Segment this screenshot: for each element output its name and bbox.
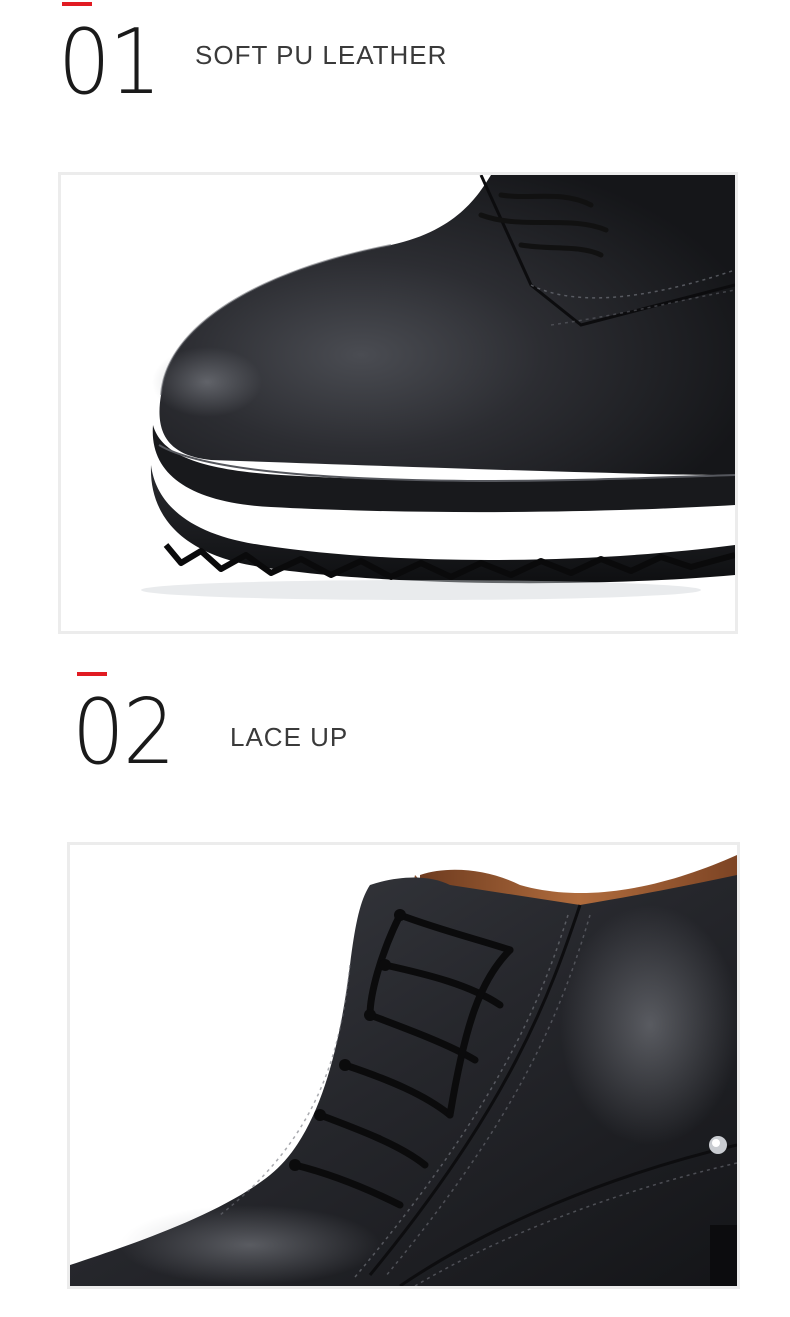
feature-2-accent-bar [77,672,107,676]
feature-1-image [58,172,738,634]
leather-boot-toe-illustration [61,175,735,631]
feature-1-accent-bar [62,2,92,6]
feature-2-image [67,842,740,1289]
feature-1-number: 01 [58,10,162,115]
feature-2-number: 02 [72,680,176,785]
lace-up-boot-illustration [70,845,737,1286]
feature-1-title: SOFT PU LEATHER [195,40,448,70]
feature-2-title: LACE UP [230,722,349,752]
